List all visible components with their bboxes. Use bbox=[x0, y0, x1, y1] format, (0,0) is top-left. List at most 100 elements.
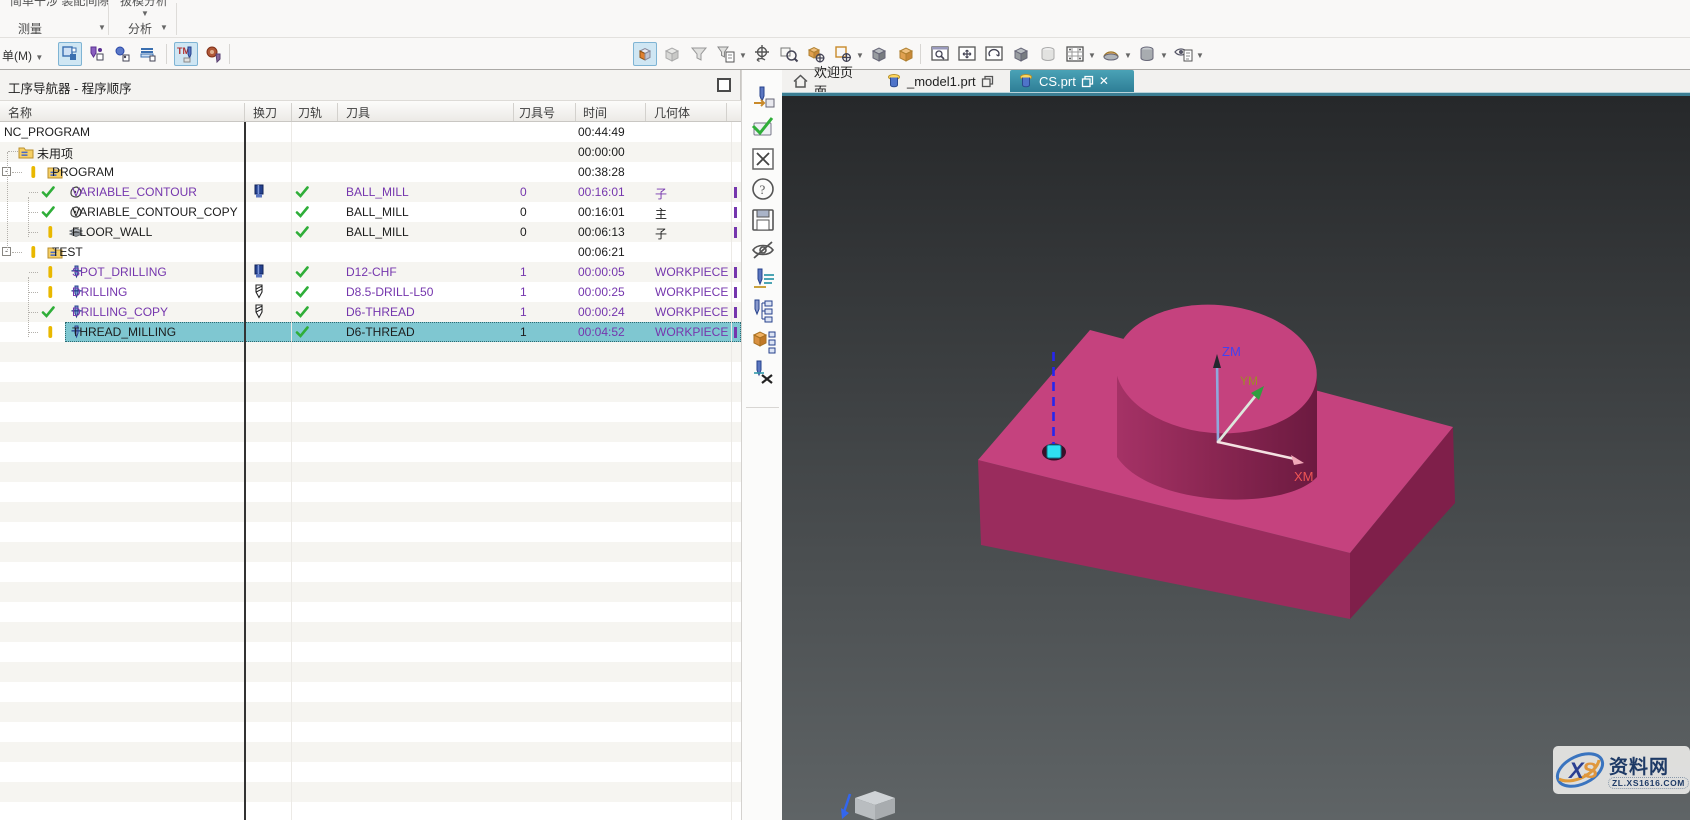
show-tool-icon[interactable] bbox=[202, 42, 226, 66]
row-name[interactable]: FLOOR_WALL bbox=[72, 225, 152, 239]
status-warning-icon bbox=[26, 245, 40, 262]
row-name[interactable]: 未用项 bbox=[37, 145, 73, 162]
row-name[interactable]: TEST bbox=[52, 245, 83, 259]
close-icon[interactable]: ✕ bbox=[1099, 74, 1109, 88]
progress-mark bbox=[734, 327, 737, 338]
table-row[interactable]: THREAD_MILLING D6-THREAD 1 00:04:52 WORKPIEC… bbox=[0, 322, 741, 342]
verify-toolpath-icon[interactable] bbox=[750, 115, 776, 141]
component-select-icon[interactable] bbox=[58, 42, 82, 66]
3d-canvas[interactable]: ZM YM XM bbox=[782, 96, 1690, 820]
ghost-cube-icon[interactable] bbox=[660, 42, 684, 66]
table-row[interactable]: VARIABLE_CONTOUR_COPY BALL_MILL 0 00:16:01 主 bbox=[0, 202, 741, 222]
selection-filter-icon[interactable] bbox=[687, 42, 711, 66]
chevron-down-icon[interactable]: ▼ bbox=[98, 23, 106, 32]
cylinder-view-icon[interactable] bbox=[1135, 42, 1159, 66]
hide-icon[interactable] bbox=[750, 237, 776, 263]
toolchange-icon bbox=[253, 304, 265, 322]
generate-toolpath-icon[interactable] bbox=[750, 85, 776, 111]
ribbon-clipped-buttons[interactable]: 简单干涉 装配间隙 bbox=[10, 0, 109, 9]
filter-box-icon[interactable] bbox=[714, 42, 738, 66]
toolpath-check-icon bbox=[295, 205, 309, 222]
strip-separator bbox=[746, 407, 779, 408]
chevron-down-icon[interactable]: ▼ bbox=[1196, 51, 1204, 60]
show-toolpath-icon[interactable]: TM bbox=[174, 42, 198, 66]
tab-CS.prt[interactable]: CS.prt ✕ bbox=[1010, 70, 1134, 92]
progress-mark bbox=[734, 267, 737, 278]
table-row[interactable]: DRILLING_COPY D6-THREAD 1 00:00:24 WORKPIECE bbox=[0, 302, 741, 322]
tool-cutter bbox=[1046, 444, 1062, 459]
table-row[interactable]: SPOT_DRILLING D12-CHF 1 00:00:05 WORKPIECE bbox=[0, 262, 741, 282]
folder-icon bbox=[18, 145, 34, 162]
row-name[interactable]: VARIABLE_CONTOUR bbox=[72, 185, 197, 199]
grid-window-icon[interactable] bbox=[1063, 42, 1087, 66]
tool-name: BALL_MILL bbox=[346, 225, 409, 239]
geometry-name: WORKPIECE bbox=[655, 305, 729, 319]
column-header[interactable]: 换刀 bbox=[253, 104, 277, 121]
dark-cube-icon[interactable] bbox=[1009, 42, 1033, 66]
chevron-down-icon[interactable]: ▼ bbox=[1088, 51, 1096, 60]
table-row[interactable]: - PROGRAM 00:38:28 bbox=[0, 162, 741, 182]
progress-mark bbox=[734, 207, 737, 218]
delete-toolpath-icon[interactable] bbox=[750, 359, 776, 385]
table-row[interactable]: VARIABLE_CONTOUR BALL_MILL 0 00:16:01 子 bbox=[0, 182, 741, 202]
point-select-icon[interactable] bbox=[110, 42, 134, 66]
rotate-view-icon[interactable] bbox=[982, 42, 1006, 66]
menu-button[interactable]: 单(M) ▼ bbox=[2, 47, 43, 64]
save-icon[interactable] bbox=[750, 207, 776, 233]
column-header[interactable]: 几何体 bbox=[654, 104, 690, 121]
pan-view-icon[interactable] bbox=[955, 42, 979, 66]
table-row[interactable]: DRILLING D8.5-DRILL-L50 1 00:00:25 WORKPIECE bbox=[0, 282, 741, 302]
table-row[interactable]: FLOOR_WALL BALL_MILL 0 00:06:13 子 bbox=[0, 222, 741, 242]
geometry-hierarchy-icon[interactable] bbox=[750, 328, 776, 354]
tab-_model1.prt[interactable]: _model1.prt bbox=[878, 70, 996, 92]
column-header[interactable]: 刀具号 bbox=[519, 104, 555, 121]
tab-欢迎页面[interactable]: 欢迎页面 bbox=[784, 65, 866, 99]
window-icon[interactable] bbox=[981, 75, 994, 88]
eye-list-icon[interactable] bbox=[1171, 42, 1195, 66]
ghost-cylinder-icon[interactable] bbox=[1036, 42, 1060, 66]
geometry-name: WORKPIECE bbox=[655, 265, 729, 279]
shaded-cube2-icon[interactable] bbox=[894, 42, 918, 66]
column-header[interactable]: 时间 bbox=[583, 104, 607, 121]
maximize-button[interactable] bbox=[717, 78, 731, 92]
chevron-down-icon[interactable]: ▼ bbox=[1124, 51, 1132, 60]
move-object-icon[interactable] bbox=[750, 42, 774, 66]
chevron-down-icon[interactable]: ▼ bbox=[1160, 51, 1168, 60]
row-name[interactable]: SPOT_DRILLING bbox=[72, 265, 167, 279]
row-name[interactable]: DRILLING bbox=[72, 285, 127, 299]
row-name[interactable]: VARIABLE_CONTOUR_COPY bbox=[72, 205, 238, 219]
shaded-cube-icon[interactable] bbox=[867, 42, 891, 66]
table-row[interactable]: 未用项 00:00:00 bbox=[0, 142, 741, 162]
toolpath-list-icon[interactable] bbox=[750, 267, 776, 293]
fit-view-icon[interactable] bbox=[928, 42, 952, 66]
table-row[interactable]: - TEST 00:06:21 bbox=[0, 242, 741, 262]
table-header: 名称 换刀 刀轨 刀具 刀具号 时间 几何体 bbox=[0, 100, 741, 122]
chevron-down-icon[interactable]: ▼ bbox=[739, 51, 747, 60]
tool-hierarchy-icon[interactable] bbox=[750, 298, 776, 324]
row-name[interactable]: NC_PROGRAM bbox=[4, 125, 90, 139]
zoom-box-icon[interactable] bbox=[777, 42, 801, 66]
chevron-down-icon[interactable]: ▼ bbox=[856, 51, 864, 60]
section-icon[interactable] bbox=[1099, 42, 1123, 66]
snap-point-icon[interactable] bbox=[633, 42, 657, 66]
column-line bbox=[731, 122, 732, 820]
toolpath-check-icon bbox=[295, 285, 309, 302]
close-box-icon[interactable] bbox=[750, 146, 776, 172]
edge-bar-icon[interactable] bbox=[136, 42, 160, 66]
row-name[interactable]: DRILLING_COPY bbox=[72, 305, 168, 319]
chevron-down-icon[interactable]: ▼ bbox=[160, 23, 168, 32]
ribbon-draft-analysis[interactable]: 拔模分析 bbox=[120, 0, 168, 9]
column-header[interactable]: 名称 bbox=[8, 104, 32, 121]
chevron-down-icon[interactable]: ▼ bbox=[141, 9, 149, 18]
row-name[interactable]: PROGRAM bbox=[52, 165, 114, 179]
component-point-icon[interactable] bbox=[84, 42, 108, 66]
column-header[interactable]: 刀轨 bbox=[298, 104, 322, 121]
table-row[interactable]: NC_PROGRAM 00:44:49 bbox=[0, 122, 741, 142]
time-value: 00:00:24 bbox=[578, 305, 625, 319]
help-icon[interactable]: ? bbox=[750, 176, 776, 202]
window-icon[interactable] bbox=[1081, 75, 1094, 88]
column-header[interactable]: 刀具 bbox=[346, 104, 370, 121]
time-value: 00:44:49 bbox=[578, 125, 625, 139]
row-name[interactable]: THREAD_MILLING bbox=[72, 325, 176, 339]
status-warning-icon bbox=[43, 225, 57, 242]
